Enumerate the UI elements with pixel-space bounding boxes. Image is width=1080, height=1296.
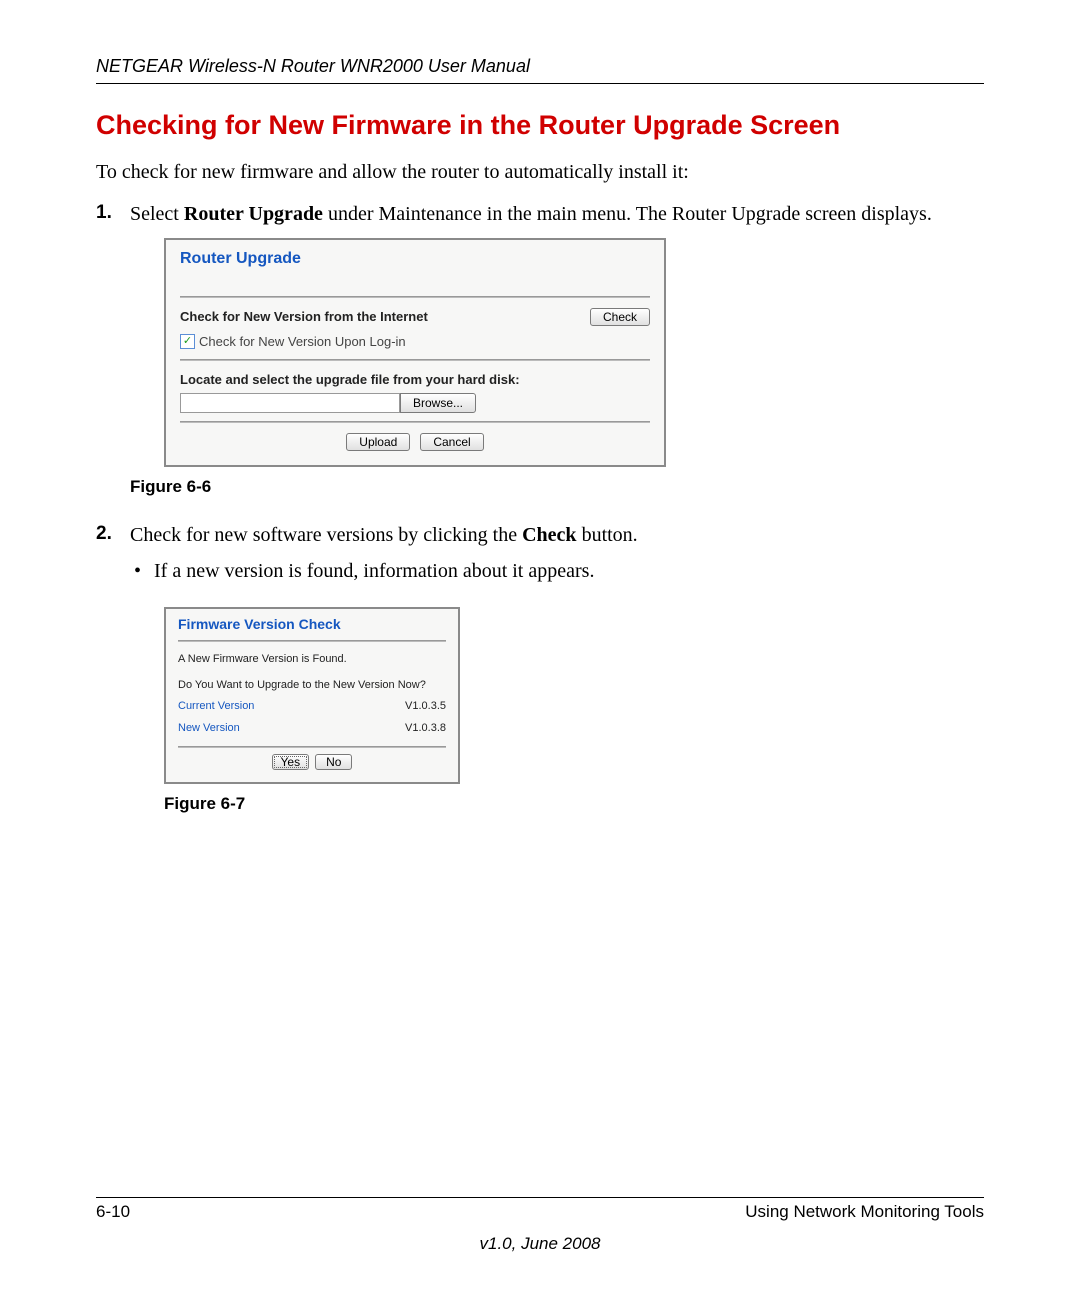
step-1: Select Router Upgrade under Maintenance … [96, 200, 984, 499]
step-2-text-a: Check for new software versions by click… [130, 524, 522, 546]
panel2-title: Firmware Version Check [178, 615, 446, 635]
router-upgrade-panel: Router Upgrade Check for New Version fro… [164, 238, 666, 467]
check-version-label: Check for New Version from the Internet [180, 308, 428, 326]
upload-button[interactable]: Upload [346, 433, 410, 451]
footer-section: Using Network Monitoring Tools [745, 1202, 984, 1222]
header-rule [96, 83, 984, 84]
step-1-text-a: Select [130, 203, 184, 225]
current-version-label: Current Version [178, 699, 254, 714]
footer-rule [96, 1197, 984, 1198]
check-button[interactable]: Check [590, 308, 650, 326]
figure-6-6-caption: Figure 6-6 [130, 475, 984, 499]
footer-version: v1.0, June 2008 [96, 1234, 984, 1254]
file-path-input[interactable] [180, 393, 400, 413]
locate-label: Locate and select the upgrade file from … [180, 371, 650, 389]
section-heading: Checking for New Firmware in the Router … [96, 110, 984, 141]
running-header: NETGEAR Wireless-N Router WNR2000 User M… [96, 56, 984, 77]
prompt-text: Do You Want to Upgrade to the New Versio… [178, 678, 446, 693]
figure-6-7-caption: Figure 6-7 [164, 792, 984, 816]
step-2-bold: Check [522, 524, 576, 546]
divider [178, 746, 446, 748]
panel-title: Router Upgrade [180, 248, 650, 270]
cancel-button[interactable]: Cancel [420, 433, 483, 451]
divider [180, 296, 650, 298]
step-1-text-b: under Maintenance in the main menu. The … [323, 203, 932, 225]
yes-button[interactable]: Yes [272, 754, 310, 770]
intro-text: To check for new firmware and allow the … [96, 159, 984, 186]
divider [180, 359, 650, 361]
page-footer: 6-10 Using Network Monitoring Tools v1.0… [96, 1197, 984, 1254]
new-version-value: V1.0.3.8 [405, 721, 446, 736]
divider [178, 640, 446, 642]
step-2-text-b: button. [577, 524, 638, 546]
page-number: 6-10 [96, 1202, 130, 1222]
new-version-label: New Version [178, 721, 240, 736]
divider [180, 421, 650, 423]
no-button[interactable]: No [315, 754, 352, 770]
firmware-check-panel: Firmware Version Check A New Firmware Ve… [164, 607, 460, 784]
browse-button[interactable]: Browse... [400, 393, 476, 413]
found-text: A New Firmware Version is Found. [178, 652, 446, 667]
step-2-bullet: If a new version is found, information a… [130, 557, 984, 585]
step-2: Check for new software versions by click… [96, 521, 984, 816]
step-1-bold: Router Upgrade [184, 203, 323, 225]
checkbox-login[interactable]: ✓ [180, 334, 195, 349]
current-version-value: V1.0.3.5 [405, 699, 446, 714]
checkbox-label: Check for New Version Upon Log-in [199, 333, 406, 351]
